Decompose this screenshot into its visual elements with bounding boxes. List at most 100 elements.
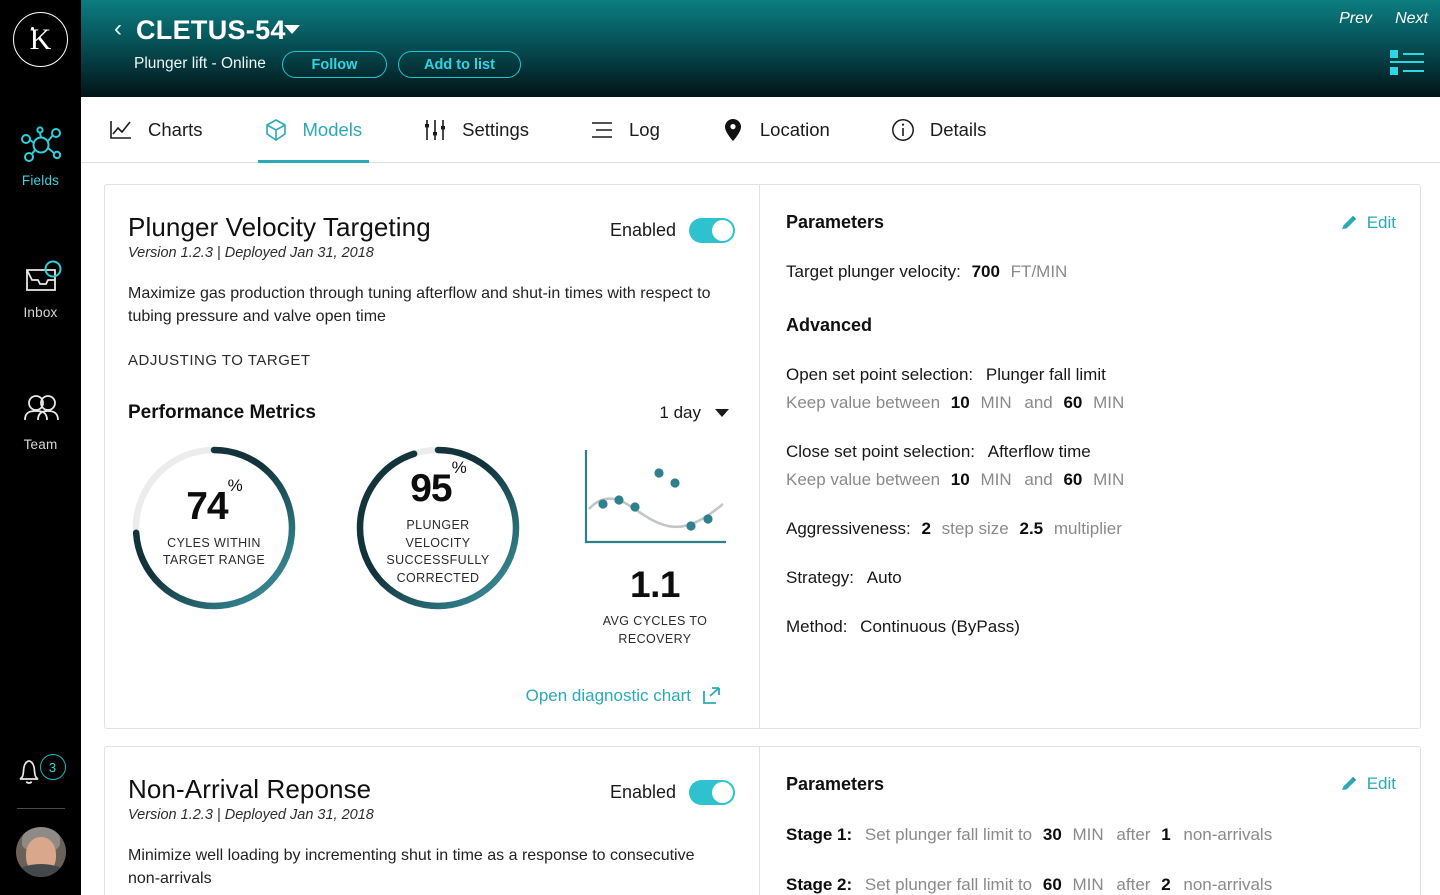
stage-name: Stage 2: bbox=[786, 874, 853, 894]
gauge-plunger-velocity-corrected: 95% PLUNGER VELOCITY SUCCESSFULLY CORREC… bbox=[352, 442, 524, 614]
tab-models[interactable]: Models bbox=[257, 97, 369, 163]
stage-count-unit: non-arrivals bbox=[1183, 874, 1273, 894]
main-region: ‹ CLETUS-54 Plunger lift - Online Follow… bbox=[81, 0, 1440, 895]
param-value: Plunger fall limit bbox=[985, 365, 1106, 384]
list-lines-icon bbox=[587, 120, 617, 140]
back-chevron-icon[interactable]: ‹ bbox=[114, 17, 122, 41]
tab-charts[interactable]: Charts bbox=[103, 97, 206, 163]
model-parameters-panel: Parameters Edit Target plunger velocity:… bbox=[759, 185, 1420, 728]
tab-label: Location bbox=[759, 118, 830, 140]
param-value: Afterflow time bbox=[987, 442, 1091, 461]
gauge-value: 74% bbox=[186, 475, 243, 528]
notifications-button[interactable]: 3 bbox=[12, 754, 70, 794]
tab-label: Models bbox=[302, 118, 363, 140]
param-label: Aggressiveness: bbox=[786, 519, 911, 538]
sidebar-item-label: Fields bbox=[21, 173, 60, 188]
gauge-group: 74% CYLES WITHIN TARGET RANGE 95% PLUNGE… bbox=[128, 442, 735, 649]
param-label: Close set point selection: bbox=[786, 442, 975, 461]
model-summary-panel: Non-Arrival Reponse Version 1.2.3 | Depl… bbox=[105, 747, 759, 895]
enable-toggle[interactable] bbox=[689, 779, 735, 805]
rail-divider bbox=[16, 808, 65, 809]
prev-button[interactable]: Prev bbox=[1339, 10, 1372, 28]
avatar[interactable] bbox=[15, 827, 66, 877]
external-link-icon bbox=[702, 686, 721, 705]
parameters-title: Parameters bbox=[786, 212, 885, 232]
performance-header: Performance Metrics 1 day bbox=[128, 402, 735, 424]
model-enable-group: Enabled bbox=[610, 774, 735, 805]
tab-label: Charts bbox=[148, 118, 203, 140]
chevron-down-icon[interactable] bbox=[284, 25, 300, 34]
model-description: Maximize gas production through tuning a… bbox=[128, 285, 711, 325]
stage-2-row: Stage 2: Set plunger fall limit to 60 MI… bbox=[786, 875, 1396, 895]
stage-action: Set plunger fall limit to bbox=[864, 874, 1033, 894]
time-range-dropdown[interactable]: 1 day bbox=[659, 403, 735, 423]
section-tabs: Charts Models Settings Log Location Deta… bbox=[81, 97, 1440, 163]
model-title: Plunger Velocity Targeting bbox=[128, 212, 431, 242]
info-circle-icon bbox=[888, 118, 918, 142]
param-aggressiveness: Aggressiveness: 2 step size 2.5 multipli… bbox=[786, 519, 1396, 539]
param-value: Auto bbox=[866, 568, 902, 587]
notification-badge: 3 bbox=[39, 754, 66, 780]
parameters-header: Parameters Edit bbox=[786, 774, 1396, 795]
param-close-set-point-range: Keep value between 10 MIN and 60 MIN bbox=[786, 470, 1396, 490]
model-card-non-arrival-response: Non-Arrival Reponse Version 1.2.3 | Depl… bbox=[104, 745, 1421, 895]
param-label: Open set point selection: bbox=[786, 365, 974, 384]
performance-title: Performance Metrics bbox=[128, 402, 316, 424]
tab-details[interactable]: Details bbox=[885, 97, 990, 163]
edit-label: Edit bbox=[1366, 774, 1396, 794]
gauge-unit: % bbox=[451, 457, 467, 477]
follow-button[interactable]: Follow bbox=[282, 51, 387, 78]
gauge-text: 74% CYLES WITHIN TARGET RANGE bbox=[128, 442, 300, 614]
edit-parameters-button[interactable]: Edit bbox=[1340, 774, 1396, 794]
open-diagnostic-chart-link[interactable]: Open diagnostic chart bbox=[128, 686, 735, 706]
model-description: Minimize well loading by incrementing sh… bbox=[128, 846, 695, 887]
model-version-meta: Version 1.2.3 | Deployed Jan 31, 2018 bbox=[128, 245, 374, 261]
param-close-set-point-selection: Close set point selection: Afterflow tim… bbox=[786, 442, 1396, 462]
status-badge: ADJUSTING TO TARGET bbox=[128, 352, 311, 370]
tab-log[interactable]: Log bbox=[584, 97, 663, 163]
parameters-title: Parameters bbox=[786, 773, 885, 794]
stage-count: 1 bbox=[1161, 824, 1171, 844]
sidebar-item-fields[interactable]: Fields bbox=[0, 109, 81, 201]
advanced-section-title: Advanced bbox=[786, 315, 873, 335]
range-min: 10 bbox=[950, 470, 970, 489]
app-logo[interactable]: K bbox=[13, 12, 68, 67]
stage-after-label: after bbox=[1116, 874, 1151, 894]
sidebar-item-team[interactable]: Team bbox=[0, 373, 81, 465]
step-size-value: 2 bbox=[921, 519, 931, 538]
edit-parameters-button[interactable]: Edit bbox=[1340, 213, 1396, 233]
stage-1-row: Stage 1: Set plunger fall limit to 30 MI… bbox=[786, 825, 1396, 845]
tab-settings[interactable]: Settings bbox=[417, 97, 532, 163]
well-status-subtitle: Plunger lift - Online bbox=[134, 55, 266, 72]
stage-after-label: after bbox=[1116, 824, 1151, 844]
range-max: 60 bbox=[1063, 393, 1083, 412]
line-chart-icon bbox=[106, 119, 136, 141]
enable-toggle[interactable] bbox=[689, 218, 735, 243]
model-version-meta: Version 1.2.3 | Deployed Jan 31, 2018 bbox=[128, 806, 374, 823]
next-button[interactable]: Next bbox=[1395, 10, 1428, 28]
multiplier-value: 2.5 bbox=[1019, 519, 1044, 538]
sidebar-item-label: Inbox bbox=[23, 305, 58, 320]
tab-location[interactable]: Location bbox=[715, 97, 833, 163]
sidebar-item-inbox[interactable]: Inbox bbox=[0, 241, 81, 333]
models-content: Plunger Velocity Targeting Version 1.2.3… bbox=[81, 163, 1440, 895]
gauge-caption: CYLES WITHIN TARGET RANGE bbox=[162, 535, 266, 568]
stage-unit: MIN bbox=[1072, 824, 1104, 844]
range-min: 10 bbox=[950, 393, 970, 412]
range-max-unit: MIN bbox=[1093, 470, 1125, 489]
list-view-icon[interactable] bbox=[1390, 48, 1424, 76]
range-max-unit: MIN bbox=[1093, 393, 1125, 412]
sliders-icon bbox=[420, 119, 450, 141]
recovery-scatter-chart bbox=[584, 450, 726, 544]
time-range-value: 1 day bbox=[659, 403, 701, 423]
logo-dot bbox=[31, 27, 34, 30]
step-size-unit: step size bbox=[941, 519, 1009, 538]
left-nav-rail: K Fields Inbox Team 3 bbox=[0, 0, 81, 895]
range-conjunction: and bbox=[1024, 393, 1053, 412]
gauge-cycles-within-target: 74% CYLES WITHIN TARGET RANGE bbox=[128, 442, 300, 614]
param-value: Continuous (ByPass) bbox=[860, 617, 1020, 636]
add-to-list-button[interactable]: Add to list bbox=[398, 51, 521, 78]
range-max: 60 bbox=[1063, 470, 1083, 489]
edit-label: Edit bbox=[1366, 212, 1396, 232]
range-conjunction: and bbox=[1024, 470, 1053, 489]
